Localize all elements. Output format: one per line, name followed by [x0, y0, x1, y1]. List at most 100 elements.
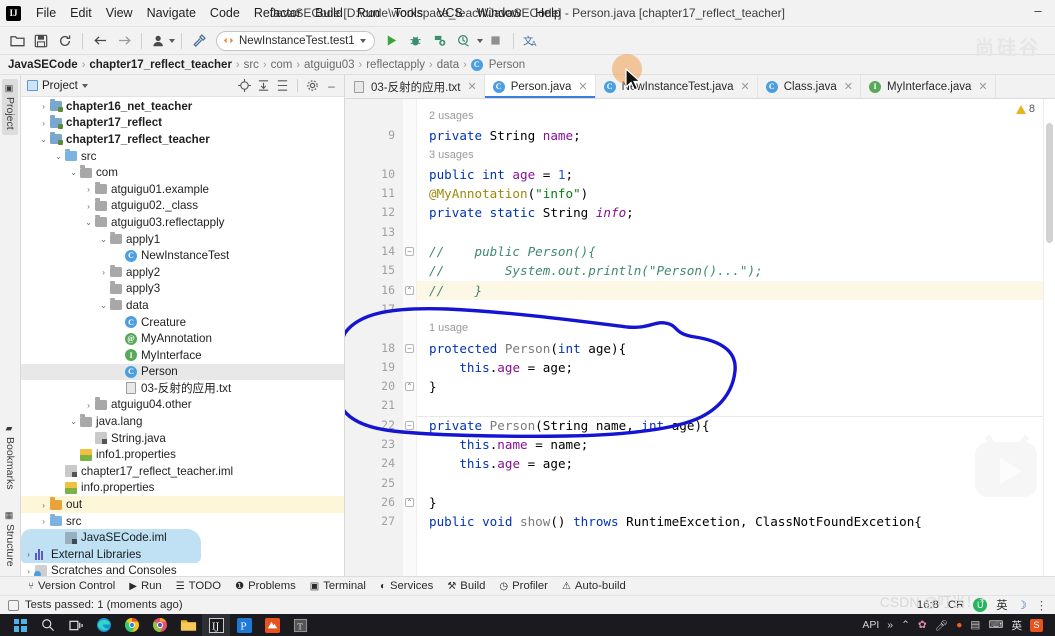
inspection-warning-indicator[interactable]: 8 [1015, 103, 1035, 115]
close-icon[interactable]: ✕ [741, 80, 750, 93]
tree-item-person[interactable]: C Person [21, 363, 344, 381]
tree-item-scratches-and-consoles[interactable]: › Scratches and Consoles [21, 563, 344, 576]
breadcrumb-item-person[interactable]: Person [489, 59, 525, 71]
chevron-down-icon[interactable]: ⌄ [98, 300, 109, 311]
tray-api-label[interactable]: API [862, 619, 879, 631]
code-folding-column[interactable]: − ⌃ − ⌃ − ⌃ [403, 99, 417, 576]
translate-icon[interactable]: 文A [520, 30, 542, 51]
intellij-idea-icon[interactable]: IJ [202, 614, 230, 636]
editor-scrollbar[interactable] [1043, 99, 1055, 576]
sogou-icon[interactable]: S [1030, 618, 1043, 632]
hide-panel-icon[interactable]: – [323, 77, 340, 94]
clipboard-icon[interactable]: ▤ [970, 619, 980, 631]
breadcrumb-item-atguigu03[interactable]: atguigu03 [304, 59, 355, 71]
keyboard-icon[interactable]: ⌨ [988, 619, 1003, 631]
code-content[interactable]: 2 usages private String name; 3 usages publ… [417, 99, 1055, 576]
tree-item-apply2[interactable]: › apply2 [21, 264, 344, 281]
chevron-down-icon[interactable]: ⌄ [98, 234, 109, 245]
tree-item-src[interactable]: ⌄ src [21, 148, 344, 165]
chevron-right-icon[interactable]: › [38, 118, 49, 128]
tree-item-chapter17-reflect-teacher-iml[interactable]: chapter17_reflect_teacher.iml [21, 463, 344, 480]
breadcrumb-item-com[interactable]: com [271, 59, 293, 71]
menu-item-code[interactable]: Code [203, 3, 247, 23]
tool-window-version-control[interactable]: ⑂ Version Control [28, 580, 115, 592]
close-icon[interactable]: ✕ [978, 80, 987, 93]
editor-tab-myinterface-java[interactable]: I MyInterface.java ✕ [861, 75, 996, 98]
tray-expand-icon[interactable]: » [887, 619, 893, 631]
pycharm-icon[interactable]: P [230, 614, 258, 636]
status-overflow-icon[interactable]: ⋮ [1036, 599, 1047, 612]
tree-item-info1-properties[interactable]: info1.properties [21, 446, 344, 463]
save-icon[interactable] [30, 30, 52, 51]
run-configuration-selector[interactable]: NewInstanceTest.test1 [216, 30, 375, 51]
menu-bar[interactable]: File Edit View Navigate Code Refactor Build Run… [29, 3, 568, 23]
breadcrumb[interactable]: JavaSECode › chapter17_reflect_teacher › src… [0, 55, 1055, 75]
editor-tab-person-java[interactable]: C Person.java ✕ [484, 75, 596, 98]
chevron-right-icon[interactable]: › [83, 400, 94, 410]
tool-window-problems[interactable]: ❶ Problems [235, 580, 296, 592]
chrome-canary-icon[interactable] [146, 614, 174, 636]
chevron-down-icon[interactable]: ⌄ [83, 217, 94, 228]
chevron-right-icon[interactable]: › [23, 549, 34, 559]
chevron-down-icon[interactable]: ⌄ [38, 134, 49, 145]
menu-item-vcs[interactable]: VCS [430, 3, 470, 23]
run-button[interactable] [381, 30, 403, 51]
tree-item-newinstancetest[interactable]: C NewInstanceTest [21, 247, 344, 264]
chevron-right-icon[interactable]: › [98, 267, 109, 277]
fold-cell[interactable]: − [403, 339, 416, 358]
close-icon[interactable]: ✕ [578, 80, 587, 93]
tree-item-myinterface[interactable]: I MyInterface [21, 347, 344, 364]
tool-window-profiler[interactable]: ◷ Profiler [499, 580, 548, 592]
line-separator[interactable]: CR [948, 599, 964, 611]
settings-gear-icon[interactable] [304, 77, 321, 94]
breadcrumb-item-reflectapply[interactable]: reflectapply [366, 59, 425, 71]
tree-item-myannotation[interactable]: @ MyAnnotation [21, 330, 344, 347]
ime-language-indicator[interactable]: 英 [996, 597, 1007, 613]
fold-cell[interactable]: ⌃ [403, 281, 416, 300]
collapse-all-icon[interactable] [274, 77, 291, 94]
tree-item-chapter16-net-teacher[interactable]: › chapter16_net_teacher [21, 98, 344, 115]
tree-item-creature[interactable]: C Creature [21, 314, 344, 331]
tree-item-03-txt[interactable]: 03-反射的应用.txt [21, 380, 344, 397]
chevron-down-icon[interactable]: ⌄ [68, 167, 79, 178]
hammer-icon[interactable] [188, 30, 210, 51]
chevron-down-icon[interactable]: ⌄ [53, 151, 64, 162]
tool-window-todo[interactable]: ☰ TODO [176, 580, 221, 592]
breadcrumb-item-chapter17-reflect-teacher[interactable]: chapter17_reflect_teacher [89, 59, 232, 71]
fold-collapse-icon[interactable]: − [405, 343, 414, 353]
folder-open-icon[interactable] [6, 30, 28, 51]
menu-item-edit[interactable]: Edit [63, 3, 99, 23]
tree-item-javasecode-iml[interactable]: JavaSECode.iml [21, 529, 344, 546]
minimize-button[interactable]: – [1031, 4, 1045, 20]
tool-window-auto-build[interactable]: ⚠ Auto-build [562, 580, 626, 592]
tool-window-terminal[interactable]: ▣ Terminal [310, 580, 366, 592]
tool-window-build[interactable]: ⚒ Build [447, 580, 485, 592]
breadcrumb-item-javasecode[interactable]: JavaSECode [8, 59, 78, 71]
chevron-down-icon[interactable] [359, 38, 366, 43]
fold-cell[interactable]: ⌃ [403, 493, 416, 512]
tomato-timer-icon[interactable]: ● [956, 619, 962, 631]
profile-dropdown-icon[interactable] [169, 38, 175, 43]
locate-icon[interactable] [236, 77, 253, 94]
menu-item-view[interactable]: View [99, 3, 140, 23]
sync-icon[interactable] [54, 30, 76, 51]
search-icon[interactable] [34, 614, 62, 636]
menu-item-build[interactable]: Build [308, 3, 350, 23]
fold-collapse-icon[interactable]: − [405, 247, 414, 257]
breadcrumb-item-data[interactable]: data [437, 59, 459, 71]
user-profile-icon[interactable] [148, 30, 170, 51]
editor-tab-newinstancetest-java[interactable]: C NewInstanceTest.java ✕ [596, 75, 758, 98]
menu-item-run[interactable]: Run [350, 3, 387, 23]
fold-cell[interactable]: − [403, 416, 416, 435]
tree-item-atguigu02-class[interactable]: › atguigu02._class [21, 198, 344, 215]
file-explorer-icon[interactable] [174, 614, 202, 636]
close-icon[interactable]: ✕ [467, 80, 476, 93]
tree-item-external-libraries[interactable]: › External Libraries [21, 546, 344, 563]
ime-cn-icon[interactable]: 英 [1012, 618, 1023, 633]
moon-icon[interactable]: ☽ [1017, 599, 1027, 612]
breadcrumb-item-src[interactable]: src [244, 59, 259, 71]
profile-options-chevron-icon[interactable] [476, 38, 483, 43]
ime-logo-icon[interactable]: U [973, 598, 988, 612]
chevron-right-icon[interactable]: › [23, 566, 34, 576]
profile-button[interactable] [453, 30, 475, 51]
